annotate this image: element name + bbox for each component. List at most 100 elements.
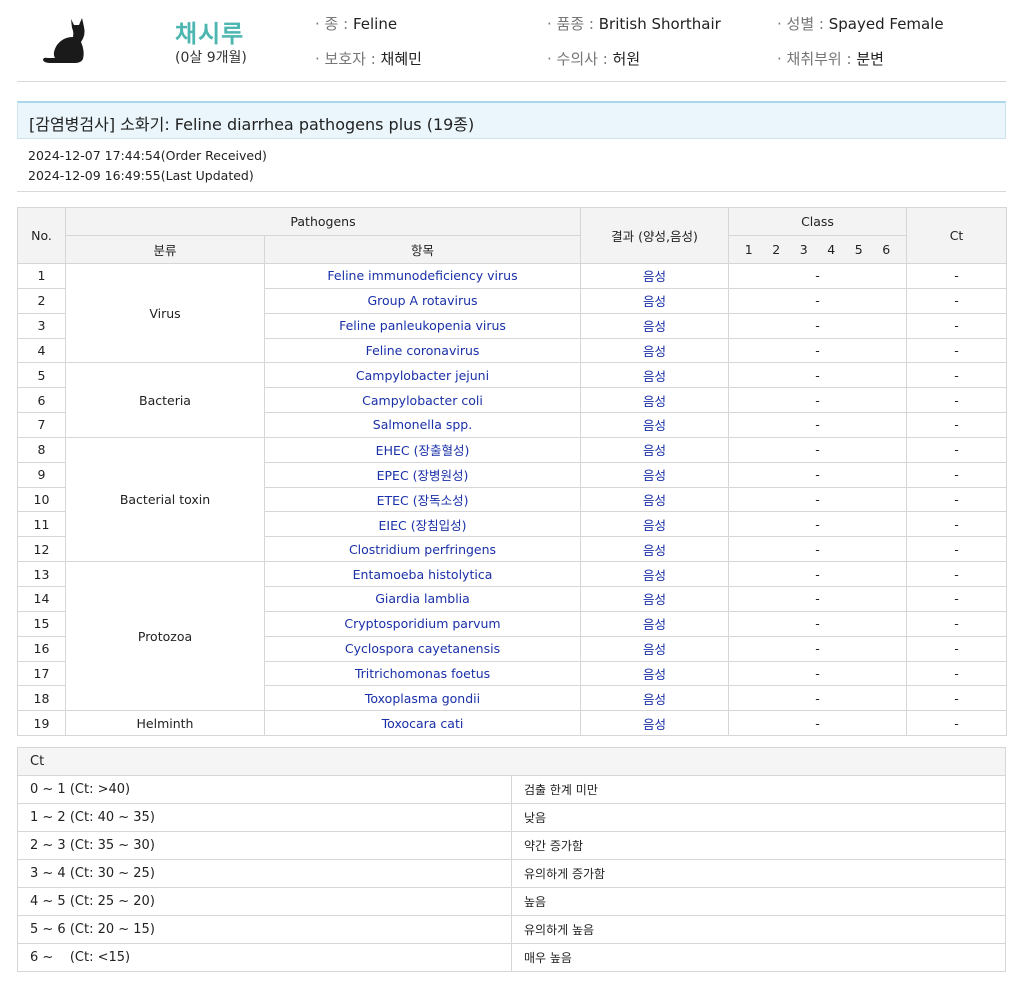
row-no: 5 <box>17 362 66 389</box>
legend-desc: 매우 높음 <box>511 943 1006 972</box>
header-result: 결과 (양성,음성) <box>580 207 730 264</box>
class-cell: - <box>728 387 908 414</box>
legend-row: 0 ~ 1 (Ct: >40) 검출 한계 미만 <box>17 775 1006 804</box>
breed-value: British Shorthair <box>598 15 721 33</box>
table-row: 1 Virus Feline immunodeficiency virus 음성… <box>17 262 1008 364</box>
result-cell: 음성 <box>580 585 730 612</box>
pathogen-item: Feline coronavirus <box>263 337 582 364</box>
legend-desc: 검출 한계 미만 <box>511 775 1006 804</box>
header-item: 항목 <box>263 235 582 264</box>
ct-legend-table: Ct 0 ~ 1 (Ct: >40) 검출 한계 미만 1 ~ 2 (Ct: 4… <box>17 747 1006 972</box>
sample-value: 분변 <box>856 50 884 68</box>
header-ct: Ct <box>906 207 1008 264</box>
result-cell: 음성 <box>580 387 730 414</box>
pathogen-item: Feline panleukopenia virus <box>263 312 582 339</box>
row-no: 9 <box>17 461 66 488</box>
class-cell: - <box>728 436 908 463</box>
class-cell: - <box>728 412 908 438</box>
row-no: 14 <box>17 585 66 612</box>
legend-row: 4 ~ 5 (Ct: 25 ~ 20) 높음 <box>17 887 1006 916</box>
row-no: 8 <box>17 436 66 463</box>
category-cell: Virus <box>65 262 265 364</box>
ct-cell: - <box>906 387 1008 414</box>
guardian-info: · 보호자 : 채혜민 <box>315 48 422 69</box>
class-cell: - <box>728 511 908 538</box>
legend-range: 1 ~ 2 (Ct: 40 ~ 35) <box>17 803 512 832</box>
result-cell: 음성 <box>580 511 730 538</box>
class-num: 4 <box>827 242 836 257</box>
row-no: 16 <box>17 635 66 662</box>
legend-range: 5 ~ 6 (Ct: 20 ~ 15) <box>17 915 512 944</box>
legend-row: 5 ~ 6 (Ct: 20 ~ 15) 유의하게 높음 <box>17 915 1006 944</box>
result-cell: 음성 <box>580 412 730 438</box>
vet-value: 허원 <box>612 50 641 68</box>
species-value: Feline <box>352 15 398 33</box>
ct-cell: - <box>906 362 1008 389</box>
sample-info: · 채취부위 : 분변 <box>777 48 884 69</box>
pathogen-item: Toxocara cati <box>263 710 582 737</box>
row-no: 18 <box>17 685 66 712</box>
pathogen-item: ETEC (장독소성) <box>263 486 582 513</box>
result-cell: 음성 <box>580 685 730 712</box>
last-updated-date: 2024-12-09 16:49:55(Last Updated) <box>28 168 254 183</box>
result-cell: 음성 <box>580 710 730 737</box>
divider <box>17 191 1006 192</box>
species-info: · 종 : Feline <box>315 13 397 34</box>
class-cell: - <box>728 685 908 712</box>
ct-cell: - <box>906 536 1008 563</box>
row-no: 2 <box>17 287 66 314</box>
class-num: 6 <box>882 242 891 257</box>
table-row: 13 Protozoa Entamoeba histolytica 음성 - - <box>17 561 1008 712</box>
ct-cell: - <box>906 685 1008 712</box>
patient-header: 채시루 (0살 9개월) · 종 : Feline · 품종 : British… <box>17 0 1006 82</box>
class-cell: - <box>728 486 908 513</box>
ct-cell: - <box>906 287 1008 314</box>
header-class: Class <box>728 207 908 236</box>
class-num: 3 <box>799 242 808 257</box>
result-cell: 음성 <box>580 536 730 563</box>
class-cell: - <box>728 337 908 364</box>
vet-label: · 수의사 : <box>547 50 608 68</box>
row-no: 15 <box>17 610 66 637</box>
row-no: 10 <box>17 486 66 513</box>
pathogen-item: Feline immunodeficiency virus <box>263 263 582 289</box>
pet-name: 채시루 <box>175 20 245 48</box>
pet-age: (0살 9개월) <box>175 50 247 66</box>
class-cell: - <box>728 362 908 389</box>
pathogen-item: Salmonella spp. <box>263 412 582 438</box>
ct-cell: - <box>906 412 1008 438</box>
pathogen-item: Tritrichomonas foetus <box>263 660 582 687</box>
row-no: 17 <box>17 660 66 687</box>
class-num: 1 <box>744 242 753 257</box>
legend-range: 0 ~ 1 (Ct: >40) <box>17 775 512 804</box>
class-cell: - <box>728 536 908 563</box>
pathogen-item: Cyclospora cayetanensis <box>263 635 582 662</box>
result-cell: 음성 <box>580 486 730 513</box>
ct-cell: - <box>906 710 1008 737</box>
result-cell: 음성 <box>580 610 730 637</box>
pathogen-item: Clostridium perfringens <box>263 536 582 563</box>
pathogen-item: EHEC (장출혈성) <box>263 436 582 463</box>
vet-info: · 수의사 : 허원 <box>547 48 640 69</box>
row-no: 1 <box>17 263 66 289</box>
guardian-value: 채혜민 <box>380 50 422 68</box>
ct-cell: - <box>906 436 1008 463</box>
ct-cell: - <box>906 561 1008 587</box>
results-table: No. Pathogens 결과 (양성,음성) Class Ct 분류 항목 … <box>17 207 1008 737</box>
pathogen-item: Entamoeba histolytica <box>263 561 582 587</box>
breed-info: · 품종 : British Shorthair <box>547 13 721 34</box>
result-cell: 음성 <box>580 461 730 488</box>
legend-row: 3 ~ 4 (Ct: 30 ~ 25) 유의하게 증가함 <box>17 859 1006 888</box>
row-no: 4 <box>17 337 66 364</box>
row-no: 12 <box>17 536 66 563</box>
row-no: 13 <box>17 561 66 587</box>
category-cell: Bacteria <box>65 362 265 438</box>
legend-desc: 약간 증가함 <box>511 831 1006 860</box>
header-no: No. <box>17 207 66 264</box>
class-num: 5 <box>854 242 863 257</box>
pathogen-item: Campylobacter coli <box>263 387 582 414</box>
sex-label: · 성별 : <box>777 15 824 33</box>
row-no: 7 <box>17 412 66 438</box>
ct-legend-title: Ct <box>17 747 1006 776</box>
row-no: 6 <box>17 387 66 414</box>
